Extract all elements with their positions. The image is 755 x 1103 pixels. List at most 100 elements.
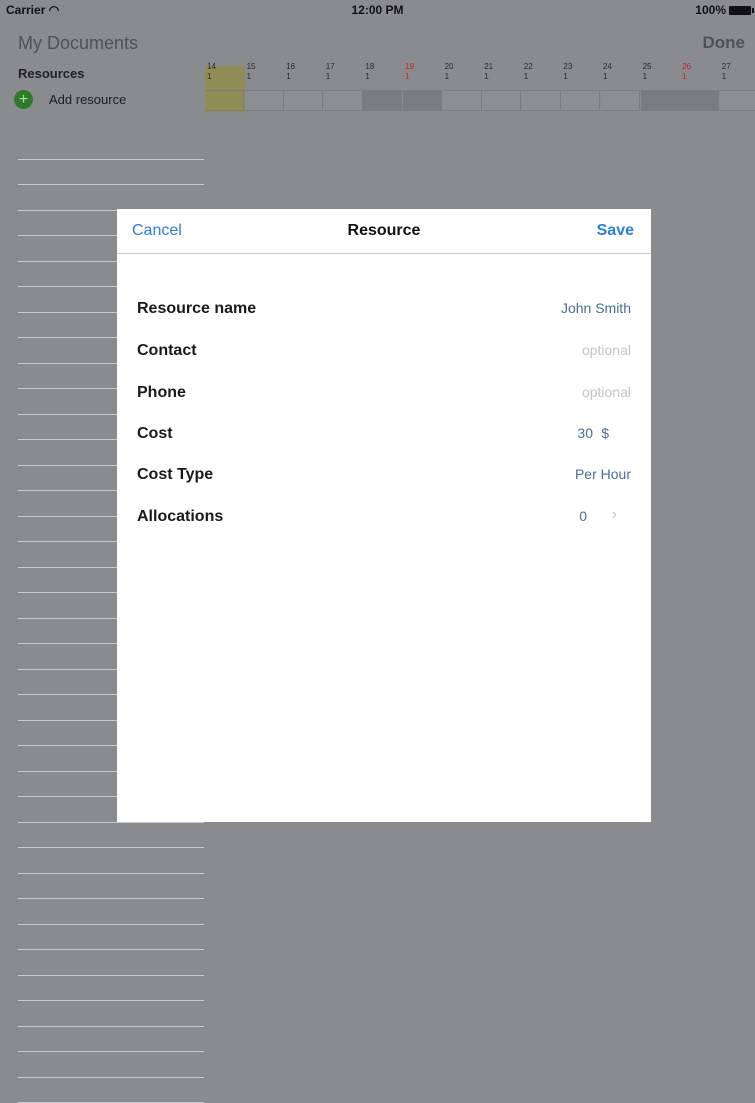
timeline-day[interactable]: 261: [680, 66, 720, 112]
timeline-day[interactable]: 211: [482, 66, 522, 112]
timeline-day-label: 21: [484, 62, 493, 72]
battery-percent: 100%: [695, 3, 726, 17]
allocations-count: 0: [579, 508, 587, 524]
add-resource-button[interactable]: + Add resource: [14, 90, 126, 109]
timeline-week-wrap: 1: [722, 72, 726, 82]
resource-row: [18, 976, 204, 1002]
dialog-header: Cancel Resource Save: [117, 209, 651, 254]
timeline-cell[interactable]: [284, 90, 323, 111]
phone-label: Phone: [137, 384, 186, 402]
dialog-title: Resource: [117, 222, 651, 240]
timeline-cell[interactable]: [522, 90, 561, 111]
timeline-week-wrap: 1: [643, 72, 647, 82]
timeline-day-label: 14: [207, 62, 216, 72]
allocations-label: Allocations: [137, 508, 223, 526]
timeline-day[interactable]: 241: [601, 66, 641, 112]
timeline-cell[interactable]: [443, 90, 482, 111]
timeline-day-label: 23: [563, 62, 572, 72]
contact-label: Contact: [137, 342, 197, 360]
timeline-cell[interactable]: [205, 90, 244, 111]
timeline-cell[interactable]: [680, 90, 719, 111]
resource-row: [18, 848, 204, 874]
resource-name-field[interactable]: John Smith: [561, 300, 631, 316]
resource-name-label: Resource name: [137, 300, 256, 318]
timeline-cell[interactable]: [363, 90, 402, 111]
add-resource-label[interactable]: Add resource: [49, 92, 126, 107]
resource-row: [18, 134, 204, 160]
timeline-cell[interactable]: [641, 90, 680, 111]
timeline-day-label: 17: [326, 62, 335, 72]
resource-row: [18, 925, 204, 951]
resource-row: [18, 1052, 204, 1078]
timeline-day[interactable]: 221: [522, 66, 562, 112]
resource-name-row[interactable]: Resource name John Smith: [137, 294, 631, 324]
timeline-day[interactable]: 181: [363, 66, 403, 112]
timeline-week-label: 1: [722, 72, 726, 81]
timeline-day[interactable]: 231: [561, 66, 601, 112]
timeline-week-wrap: 1: [563, 72, 567, 82]
nav-bar: My Documents Done: [0, 20, 755, 66]
timeline-week-label: 1: [445, 72, 449, 81]
allocations-row[interactable]: Allocations 0 ›: [137, 502, 631, 532]
chevron-right-icon[interactable]: ›: [612, 506, 617, 524]
timeline-cell[interactable]: [720, 90, 755, 111]
nav-title-my-documents[interactable]: My Documents: [18, 33, 138, 54]
timeline-day[interactable]: 251: [641, 66, 681, 112]
timeline-week-label: 1: [207, 72, 211, 81]
contact-row[interactable]: Contact optional: [137, 336, 631, 366]
timeline-week-label: 1: [365, 72, 369, 81]
resource-row: [18, 1078, 204, 1103]
timeline-week-wrap: 1: [326, 72, 330, 82]
resource-row: [18, 899, 204, 925]
timeline-day[interactable]: 171: [324, 66, 364, 112]
timeline-cell[interactable]: [324, 90, 363, 111]
save-button[interactable]: Save: [597, 222, 634, 240]
resource-row: [18, 160, 204, 186]
timeline-day[interactable]: 141: [205, 66, 245, 112]
battery-indicator: 100%: [695, 3, 751, 17]
timeline-day-label: 22: [524, 62, 533, 72]
timeline-day[interactable]: 161: [284, 66, 324, 112]
phone-row[interactable]: Phone optional: [137, 378, 631, 408]
cost-row[interactable]: Cost 30 $: [137, 419, 631, 449]
timeline-week-wrap: 1: [484, 72, 488, 82]
timeline-day-label: 15: [247, 62, 256, 72]
timeline-day[interactable]: 151: [245, 66, 285, 112]
timeline-day-label: 19: [405, 62, 414, 72]
cost-type-label: Cost Type: [137, 466, 213, 484]
contact-field[interactable]: optional: [582, 342, 631, 358]
status-time: 12:00 PM: [0, 3, 755, 17]
resource-row: [18, 1001, 204, 1027]
timeline-day[interactable]: 201: [443, 66, 483, 112]
timeline-cell[interactable]: [482, 90, 521, 111]
timeline-cell[interactable]: [245, 90, 284, 111]
timeline-week-label: 1: [563, 72, 567, 81]
timeline-week-label: 1: [326, 72, 330, 81]
timeline-week-wrap: 1: [207, 72, 211, 82]
timeline-day-label: 26: [682, 62, 691, 72]
resources-header: Resources: [18, 66, 84, 81]
phone-field[interactable]: optional: [582, 384, 631, 400]
timeline-week-label: 1: [405, 72, 409, 81]
timeline-week-wrap: 1: [405, 72, 409, 82]
timeline-week-wrap: 1: [247, 72, 251, 82]
timeline-header: 1411511611711811912012112212312412512612…: [205, 66, 755, 112]
cost-field[interactable]: 30: [577, 425, 593, 441]
cost-label: Cost: [137, 425, 173, 443]
cost-type-value[interactable]: Per Hour: [575, 466, 631, 482]
timeline-day[interactable]: 271: [720, 66, 755, 112]
timeline-cell[interactable]: [561, 90, 600, 111]
timeline-cell[interactable]: [403, 90, 442, 111]
timeline-week-label: 1: [643, 72, 647, 81]
plus-circle-icon[interactable]: +: [14, 90, 33, 109]
timeline-week-wrap: 1: [445, 72, 449, 82]
timeline-week-label: 1: [484, 72, 488, 81]
timeline-day-label: 25: [643, 62, 652, 72]
battery-icon: [729, 6, 751, 15]
done-button[interactable]: Done: [703, 33, 746, 53]
resource-row: [18, 950, 204, 976]
timeline-day[interactable]: 191: [403, 66, 443, 112]
timeline-week-label: 1: [603, 72, 607, 81]
cost-type-row[interactable]: Cost Type Per Hour: [137, 460, 631, 490]
timeline-cell[interactable]: [601, 90, 640, 111]
